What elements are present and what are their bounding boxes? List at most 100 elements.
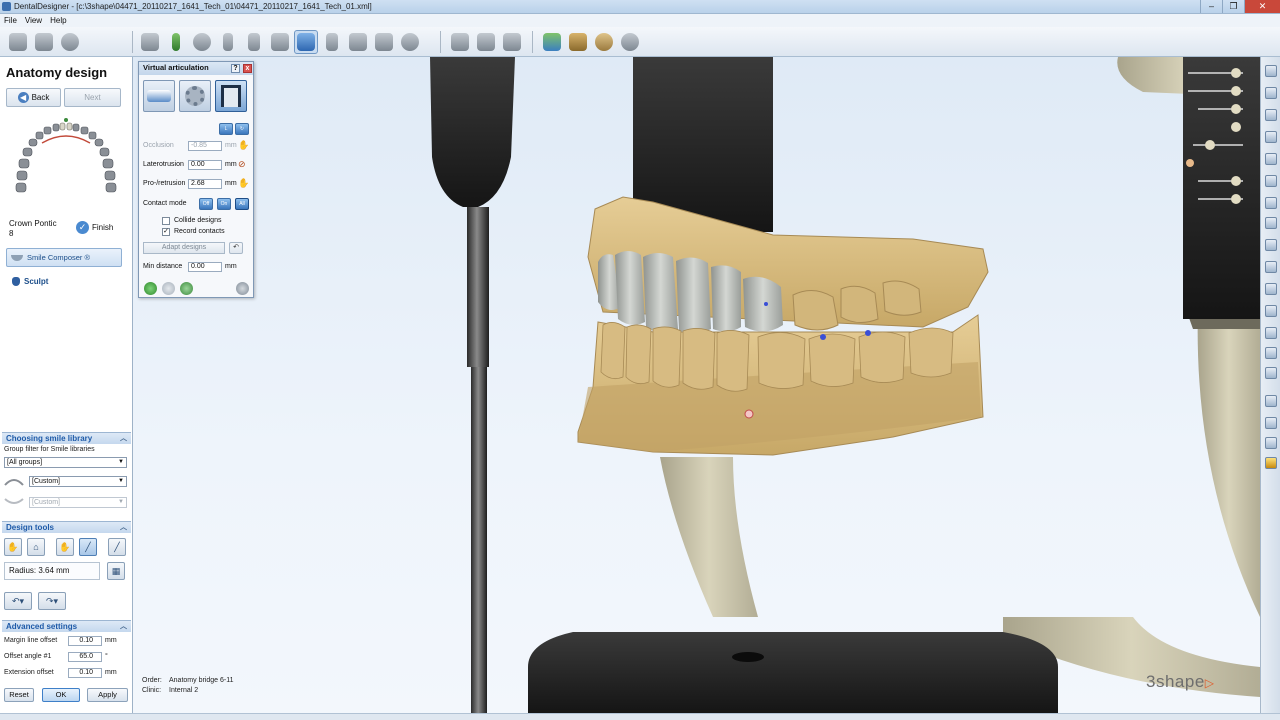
- grid-icon[interactable]: [1265, 417, 1277, 429]
- wax-knife-icon[interactable]: [566, 30, 590, 54]
- hand-blocked-icon[interactable]: ⊘: [238, 159, 247, 170]
- smooth-local-icon[interactable]: ✋: [56, 538, 74, 556]
- globe-icon[interactable]: [58, 30, 82, 54]
- proretrusion-field[interactable]: 2.68: [188, 179, 222, 189]
- ok-button[interactable]: OK: [42, 688, 80, 702]
- back-button[interactable]: ◀ Back: [6, 88, 61, 107]
- choosing-smile-library-header[interactable]: Choosing smile library ︿: [2, 432, 131, 444]
- knife-tool-icon[interactable]: ╱: [108, 538, 126, 556]
- collapse-icon[interactable]: ︿: [120, 621, 127, 632]
- reset-view-icon[interactable]: ↻: [235, 123, 249, 135]
- tooth-chart-icon[interactable]: [14, 117, 118, 203]
- sculpt-tool-icon[interactable]: [540, 30, 564, 54]
- close-dialog-button[interactable]: x: [243, 64, 252, 73]
- connector-tool-icon[interactable]: [448, 30, 472, 54]
- menu-file[interactable]: File: [0, 14, 21, 27]
- view-back-icon[interactable]: [1265, 87, 1277, 99]
- undo-button[interactable]: ↶▾: [4, 592, 32, 610]
- measure-icon[interactable]: [1265, 261, 1277, 273]
- smile-composer-button[interactable]: Smile Composer ®: [6, 248, 122, 267]
- play-icon[interactable]: [144, 282, 157, 295]
- smooth-tool-icon[interactable]: [618, 30, 642, 54]
- settings-gear-icon[interactable]: [179, 80, 211, 112]
- group-filter-select[interactable]: [All groups] ▼: [4, 457, 127, 468]
- connector2-tool-icon[interactable]: [474, 30, 498, 54]
- align-icon[interactable]: [1265, 437, 1277, 449]
- anatomy-tool-icon[interactable]: [242, 30, 266, 54]
- record-contacts-checkbox[interactable]: ✓: [162, 228, 170, 236]
- save-icon[interactable]: [32, 30, 56, 54]
- advanced-settings-header[interactable]: Advanced settings ︿: [2, 620, 131, 632]
- zoom-tool-icon[interactable]: [190, 30, 214, 54]
- menu-help[interactable]: Help: [46, 14, 70, 27]
- next-button[interactable]: Next: [64, 88, 121, 107]
- upper-library-select[interactable]: [Custom] ▼: [29, 476, 127, 487]
- arrow-down-icon[interactable]: [1265, 367, 1277, 379]
- contact-mode-all-button[interactable]: All: [235, 198, 249, 210]
- remove-material-global-icon[interactable]: ⌂: [27, 538, 45, 556]
- bridge-tool-icon[interactable]: [372, 30, 396, 54]
- connector3-tool-icon[interactable]: [500, 30, 524, 54]
- sphere-tool-icon[interactable]: [398, 30, 422, 54]
- tooth-tool-icon[interactable]: [216, 30, 240, 54]
- view-occlusal-icon[interactable]: [1265, 197, 1277, 209]
- contact-mode-off-button[interactable]: Off: [199, 198, 213, 210]
- apply-button[interactable]: Apply: [87, 688, 128, 702]
- hand-icon[interactable]: ✋: [238, 140, 249, 151]
- finish-button[interactable]: ✓ Finish: [76, 221, 113, 234]
- section-icon[interactable]: [1265, 283, 1277, 295]
- 3d-viewport[interactable]: [133, 57, 1260, 713]
- crown-tool-icon[interactable]: [268, 30, 292, 54]
- offset-angle-field[interactable]: 65.0: [68, 652, 102, 662]
- undo-adapt-icon[interactable]: ↶: [229, 242, 243, 254]
- occlusion-field[interactable]: -0.85: [188, 141, 222, 151]
- maximize-button[interactable]: ❐: [1222, 0, 1244, 13]
- contact-mode-on-button[interactable]: On: [217, 198, 231, 210]
- clip-plane-icon[interactable]: [1265, 239, 1277, 251]
- wax-knife-tool-icon[interactable]: ╱: [79, 538, 97, 556]
- adapt-designs-button[interactable]: Adapt designs: [143, 242, 225, 254]
- extension-offset-field[interactable]: 0.10: [68, 668, 102, 678]
- collide-designs-checkbox[interactable]: [162, 217, 170, 225]
- close-window-button[interactable]: ✕: [1244, 0, 1280, 13]
- menu-view[interactable]: View: [21, 14, 46, 27]
- jaw-mode-icon[interactable]: [143, 80, 175, 112]
- pontic-tool-icon[interactable]: [320, 30, 344, 54]
- ring-tool-icon[interactable]: [592, 30, 616, 54]
- add-material-global-icon[interactable]: ✋: [4, 538, 22, 556]
- hand-icon[interactable]: ✋: [238, 178, 249, 189]
- design-tools-header[interactable]: Design tools ︿: [2, 521, 131, 533]
- view-top-icon[interactable]: [1265, 153, 1277, 165]
- reset-motion-icon[interactable]: [180, 282, 193, 295]
- laterotrusion-field[interactable]: 0.00: [188, 160, 222, 170]
- motion-settings-icon[interactable]: [236, 282, 249, 295]
- virtual-articulator-icon[interactable]: [294, 30, 318, 54]
- link-icon[interactable]: L: [219, 123, 233, 135]
- gingiva-tool-icon[interactable]: [346, 30, 370, 54]
- view-right-icon[interactable]: [1265, 131, 1277, 143]
- visibility-icon[interactable]: [1265, 217, 1277, 229]
- articulator-frame-icon[interactable]: [215, 80, 247, 112]
- margin-tool-icon[interactable]: [164, 30, 188, 54]
- view-bottom-icon[interactable]: [1265, 175, 1277, 187]
- arrow-up-icon[interactable]: [1265, 347, 1277, 359]
- import-icon[interactable]: [6, 30, 30, 54]
- radius-slider-icon[interactable]: ▦: [107, 562, 125, 580]
- margin-line-offset-field[interactable]: 0.10: [68, 636, 102, 646]
- model-icon[interactable]: [138, 30, 162, 54]
- frame-icon[interactable]: [1265, 327, 1277, 339]
- view-left-icon[interactable]: [1265, 109, 1277, 121]
- lower-library-select[interactable]: [Custom] ▼: [29, 497, 127, 508]
- redo-button[interactable]: ↷▾: [38, 592, 66, 610]
- sculpt-button[interactable]: Sculpt: [12, 277, 48, 286]
- minimize-button[interactable]: ‒: [1200, 0, 1222, 13]
- collapse-icon[interactable]: ︿: [120, 433, 127, 444]
- crosshair-icon[interactable]: [1265, 395, 1277, 407]
- view-front-icon[interactable]: [1265, 65, 1277, 77]
- collapse-icon[interactable]: ︿: [120, 522, 127, 533]
- stop-icon[interactable]: [162, 282, 175, 295]
- min-distance-field[interactable]: 0.00: [188, 262, 222, 272]
- reset-button[interactable]: Reset: [4, 688, 34, 702]
- help-icon[interactable]: ?: [231, 64, 240, 73]
- light-icon[interactable]: [1265, 457, 1277, 469]
